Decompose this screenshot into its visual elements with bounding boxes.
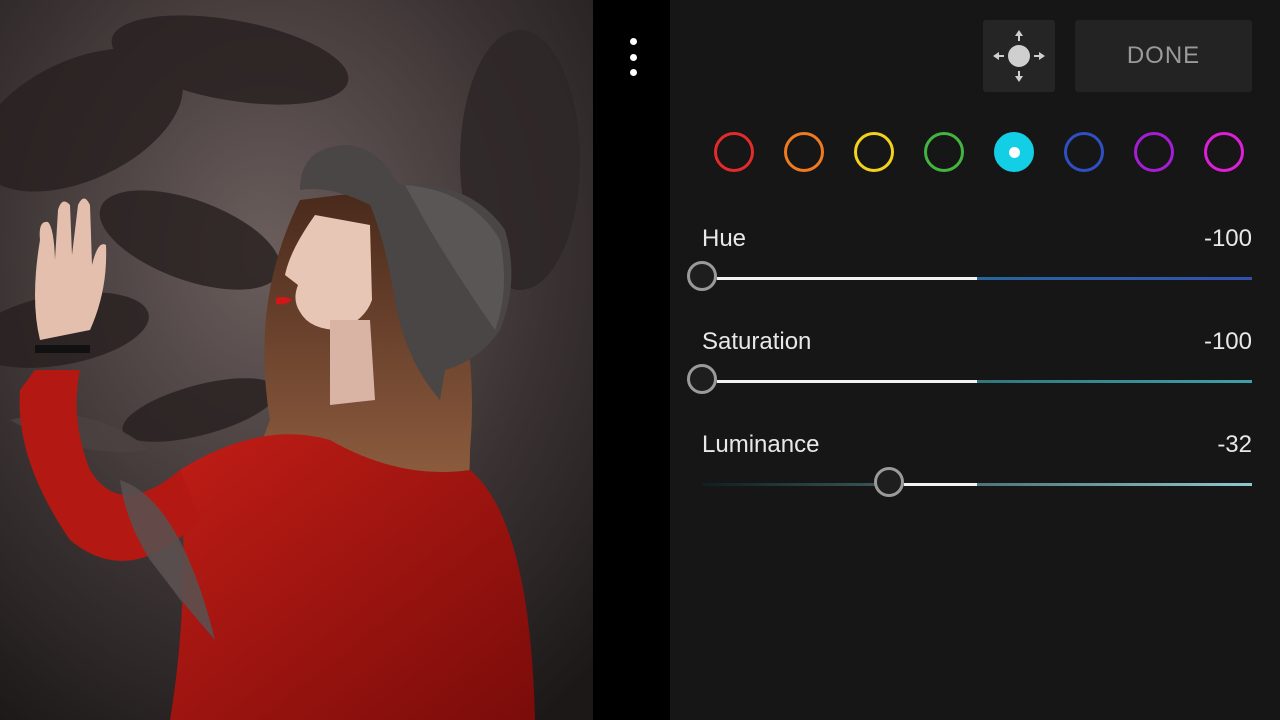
saturation-slider-row: Saturation -100 xyxy=(687,328,1252,408)
photo-gutter xyxy=(593,0,670,720)
hue-label: Hue xyxy=(702,225,747,252)
color-swatch-yellow[interactable] xyxy=(854,132,894,172)
hue-slider-track[interactable] xyxy=(702,277,1252,280)
luminance-label: Luminance xyxy=(702,431,820,458)
more-dot xyxy=(629,38,637,45)
saturation-slider-thumb[interactable] xyxy=(687,364,717,394)
color-swatch-red[interactable] xyxy=(714,132,754,172)
saturation-slider-fill xyxy=(717,380,977,383)
more-dot xyxy=(629,69,637,76)
color-swatch-green[interactable] xyxy=(924,132,964,172)
hue-slider-row: Hue -100 xyxy=(687,225,1252,305)
color-swatch-orange[interactable] xyxy=(784,132,824,172)
hue-slider-thumb[interactable] xyxy=(687,261,717,291)
more-dot xyxy=(629,53,637,61)
luminance-value: -32 xyxy=(1217,431,1252,458)
more-options-icon[interactable] xyxy=(622,38,644,76)
targeted-adjustment-button[interactable] xyxy=(983,20,1055,92)
saturation-label: Saturation xyxy=(702,328,812,355)
target-adjust-icon xyxy=(993,30,1045,82)
saturation-value: -100 xyxy=(1203,328,1252,355)
color-swatch-aqua[interactable] xyxy=(994,132,1034,172)
color-swatch-row xyxy=(714,132,1244,174)
done-button[interactable]: DONE xyxy=(1075,20,1252,92)
photo-preview[interactable] xyxy=(0,0,593,720)
saturation-slider-track[interactable] xyxy=(702,380,1252,383)
luminance-slider-row: Luminance -32 xyxy=(702,431,1252,511)
photo-image xyxy=(0,0,593,720)
color-swatch-purple[interactable] xyxy=(1134,132,1174,172)
color-swatch-blue[interactable] xyxy=(1064,132,1104,172)
hue-value: -100 xyxy=(1203,225,1252,252)
color-mix-panel: DONE Hue -100 Saturation -100 Luminance -32 xyxy=(670,0,1280,720)
luminance-slider-track[interactable] xyxy=(702,483,1252,486)
hue-slider-fill xyxy=(717,277,977,280)
color-swatch-magenta[interactable] xyxy=(1204,132,1244,172)
luminance-slider-thumb[interactable] xyxy=(874,467,904,497)
luminance-slider-fill xyxy=(904,483,977,486)
photo-editor: DONE Hue -100 Saturation -100 Luminance -32 xyxy=(0,0,1280,720)
